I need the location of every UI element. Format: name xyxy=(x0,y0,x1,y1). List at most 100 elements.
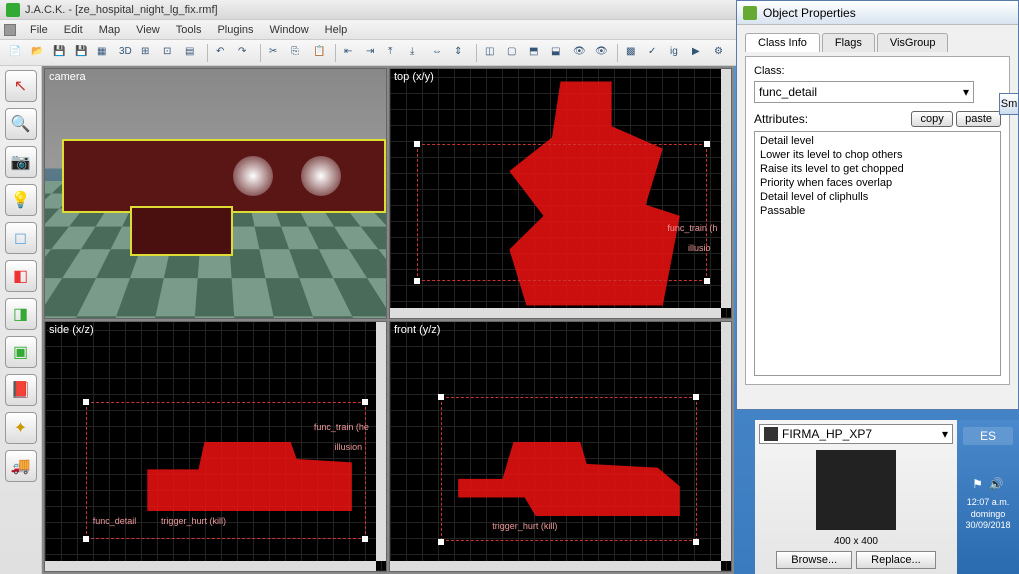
decal-tool[interactable]: ▣ xyxy=(5,336,37,368)
ig-button[interactable]: ig xyxy=(667,43,687,63)
viewport-label-camera: camera xyxy=(49,71,86,83)
scrollbar-horizontal[interactable] xyxy=(45,561,376,571)
path-tool[interactable]: 🚚 xyxy=(5,450,37,482)
panel-title: Object Properties xyxy=(763,6,856,20)
scrollbar-vertical[interactable] xyxy=(721,69,731,308)
texture-panel: FIRMA_HP_XP7 ▾ 400 x 400 Browse... Repla… xyxy=(755,420,957,574)
entity-tool-icon: 💡 xyxy=(11,190,31,210)
align-l-icon: ⇤ xyxy=(344,46,358,60)
flip-h-button[interactable]: ⇔ xyxy=(429,43,449,63)
menu-file[interactable]: File xyxy=(22,22,56,38)
tray-flag-icon[interactable]: ⚑ xyxy=(972,477,983,491)
menu-plugins[interactable]: Plugins xyxy=(209,22,261,38)
language-indicator[interactable]: ES xyxy=(963,427,1013,445)
options-button[interactable]: ⚙ xyxy=(711,43,731,63)
mdi-control-icon[interactable] xyxy=(4,24,16,36)
paste-icon: 📋 xyxy=(313,46,327,60)
3d-button[interactable]: 3D xyxy=(116,43,136,63)
wireframe-button[interactable]: ▤ xyxy=(182,43,202,63)
cut-button[interactable]: ✂ xyxy=(266,43,286,63)
scrollbar-vertical[interactable] xyxy=(721,322,731,561)
tab-visgroup[interactable]: VisGroup xyxy=(877,33,949,52)
vertex-tool[interactable]: ✦ xyxy=(5,412,37,444)
menu-map[interactable]: Map xyxy=(91,22,128,38)
save-button[interactable]: 💾 xyxy=(50,43,70,63)
attribute-item[interactable]: Priority when faces overlap xyxy=(757,176,998,190)
paste-button[interactable]: paste xyxy=(956,111,1001,127)
smartedit-button[interactable]: Sm xyxy=(999,93,1019,115)
browse-button[interactable]: Browse... xyxy=(776,551,852,569)
carve-icon: ◫ xyxy=(485,46,499,60)
snap2-icon: ⊡ xyxy=(163,46,177,60)
clip-tool[interactable]: 📕 xyxy=(5,374,37,406)
block-tool-icon: ◻ xyxy=(14,228,27,248)
texture-size: 400 x 400 xyxy=(759,536,953,547)
align-l-button[interactable]: ⇤ xyxy=(341,43,361,63)
ungroup-button[interactable]: ⬓ xyxy=(548,43,568,63)
attribute-item[interactable]: Detail level xyxy=(757,134,998,148)
hide-button[interactable]: 👁 xyxy=(570,43,590,63)
open-button[interactable]: 📂 xyxy=(28,43,48,63)
clock-time[interactable]: 12:07 a.m. xyxy=(957,497,1019,509)
align-b-icon: ⤓ xyxy=(410,46,424,60)
class-value: func_detail xyxy=(759,85,817,99)
texture-dropdown[interactable]: FIRMA_HP_XP7 ▾ xyxy=(759,424,953,444)
copy-button[interactable]: copy xyxy=(911,111,952,127)
attribute-item[interactable]: Detail level of cliphulls xyxy=(757,190,998,204)
select-tool[interactable]: ↖ xyxy=(5,70,37,102)
align-r-button[interactable]: ⇥ xyxy=(363,43,383,63)
scrollbar-vertical[interactable] xyxy=(376,322,386,561)
viewport-label-top: top (x/y) xyxy=(394,71,434,83)
decal-tool-icon: ▣ xyxy=(13,342,28,362)
attributes-list[interactable]: Detail levelLower its level to chop othe… xyxy=(754,131,1001,376)
align-b-button[interactable]: ⤓ xyxy=(407,43,427,63)
hollow-button[interactable]: ▢ xyxy=(504,43,524,63)
run-button[interactable]: ▶ xyxy=(689,43,709,63)
align-t-button[interactable]: ⤒ xyxy=(385,43,405,63)
menu-help[interactable]: Help xyxy=(317,22,356,38)
attribute-item[interactable]: Raise its level to get chopped xyxy=(757,162,998,176)
camera-tool[interactable]: 📷 xyxy=(5,146,37,178)
paste-button[interactable]: 📋 xyxy=(310,43,330,63)
show-button[interactable]: 👁 xyxy=(592,43,612,63)
replace-button[interactable]: Replace... xyxy=(856,551,936,569)
texture-button[interactable]: ▩ xyxy=(623,43,643,63)
redo-icon: ↷ xyxy=(238,46,252,60)
block-tool[interactable]: ◻ xyxy=(5,222,37,254)
viewport-side[interactable]: side (x/z) func_train (he illusion func_… xyxy=(44,321,387,572)
class-dropdown[interactable]: func_detail ▾ xyxy=(754,81,974,103)
scrollbar-horizontal[interactable] xyxy=(390,308,721,318)
snap-button[interactable]: ⊞ xyxy=(138,43,158,63)
attribute-item[interactable]: Passable xyxy=(757,204,998,218)
check-button[interactable]: ✓ xyxy=(645,43,665,63)
tab-class-info[interactable]: Class Info xyxy=(745,33,820,52)
snap2-button[interactable]: ⊡ xyxy=(160,43,180,63)
save-all-button[interactable]: 💾 xyxy=(72,43,92,63)
attribute-item[interactable]: Lower its level to chop others xyxy=(757,148,998,162)
copy-button[interactable]: ⎘ xyxy=(288,43,308,63)
viewport-front[interactable]: front (y/z) trigger_hurt (kill) xyxy=(389,321,732,572)
menu-window[interactable]: Window xyxy=(262,22,317,38)
magnify-tool[interactable]: 🔍 xyxy=(5,108,37,140)
redo-button[interactable]: ↷ xyxy=(235,43,255,63)
tray-volume-icon[interactable]: 🔊 xyxy=(989,477,1004,491)
new-button[interactable]: 📄 xyxy=(6,43,26,63)
menu-tools[interactable]: Tools xyxy=(168,22,210,38)
copy-icon: ⎘ xyxy=(291,46,305,60)
save-all-icon: 💾 xyxy=(75,46,89,60)
tab-flags[interactable]: Flags xyxy=(822,33,875,52)
menu-view[interactable]: View xyxy=(128,22,168,38)
menu-edit[interactable]: Edit xyxy=(56,22,91,38)
texture-tool[interactable]: ◧ xyxy=(5,260,37,292)
carve-button[interactable]: ◫ xyxy=(482,43,502,63)
undo-button[interactable]: ↶ xyxy=(213,43,233,63)
group-button[interactable]: ⬒ xyxy=(526,43,546,63)
grid-button[interactable]: ▦ xyxy=(94,43,114,63)
viewport-camera[interactable]: camera xyxy=(44,68,387,319)
apply-tool[interactable]: ◨ xyxy=(5,298,37,330)
flip-v-button[interactable]: ⇕ xyxy=(451,43,471,63)
scrollbar-horizontal[interactable] xyxy=(390,561,721,571)
entity-tool[interactable]: 💡 xyxy=(5,184,37,216)
viewport-top[interactable]: top (x/y) func_train (h illusio xyxy=(389,68,732,319)
panel-title-bar[interactable]: Object Properties xyxy=(737,1,1018,25)
